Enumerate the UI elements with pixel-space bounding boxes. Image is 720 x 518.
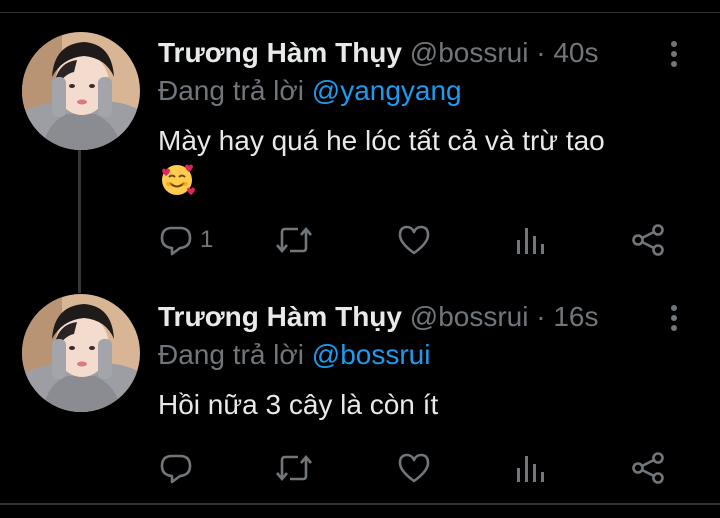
avatar[interactable]	[22, 32, 140, 150]
reply-button[interactable]	[158, 448, 194, 488]
more-vertical-icon[interactable]	[668, 40, 680, 68]
retweet-button[interactable]	[274, 220, 314, 260]
separator-dot: ·	[536, 37, 546, 68]
avatar[interactable]	[22, 294, 140, 412]
retweet-icon	[274, 450, 314, 486]
bottom-divider	[0, 503, 720, 505]
more-vertical-icon[interactable]	[668, 304, 680, 332]
timestamp[interactable]: 16s	[553, 301, 598, 332]
like-icon	[396, 222, 432, 258]
thread-connector-line	[78, 150, 81, 293]
display-name[interactable]: Trương Hàm Thụy	[158, 37, 402, 68]
share-icon	[630, 450, 666, 486]
reply-count: 1	[200, 226, 214, 253]
views-icon	[514, 450, 546, 486]
user-handle[interactable]: @bossrui	[410, 37, 529, 68]
timestamp[interactable]: 40s	[553, 37, 598, 68]
replying-to-mention[interactable]: @bossrui	[312, 339, 431, 370]
like-icon	[396, 450, 432, 486]
like-button[interactable]	[396, 448, 432, 488]
tweet-text: Hồi nữa 3 cây là còn ít	[158, 389, 439, 420]
tweet-header: Trương Hàm Thụy @bossrui · 40s	[158, 36, 599, 70]
like-button[interactable]	[396, 220, 432, 260]
separator-dot: ·	[536, 301, 546, 332]
display-name[interactable]: Trương Hàm Thụy	[158, 301, 402, 332]
replying-to-prefix: Đang trả lời	[158, 75, 304, 106]
retweet-icon	[274, 222, 314, 258]
reply-icon	[158, 450, 194, 486]
views-button[interactable]	[514, 220, 546, 260]
views-button[interactable]	[514, 448, 546, 488]
replying-to: Đang trả lời @bossrui	[158, 338, 430, 372]
user-handle[interactable]: @bossrui	[410, 301, 529, 332]
share-button[interactable]	[630, 220, 666, 260]
replying-to-mention[interactable]: @yangyang	[312, 75, 462, 106]
top-divider	[0, 12, 720, 13]
share-button[interactable]	[630, 448, 666, 488]
replying-to: Đang trả lời @yangyang	[158, 74, 462, 108]
share-icon	[630, 222, 666, 258]
reply-button[interactable]: 1	[158, 220, 213, 260]
retweet-button[interactable]	[274, 448, 314, 488]
replying-to-prefix: Đang trả lời	[158, 339, 304, 370]
tweet-header: Trương Hàm Thụy @bossrui · 16s	[158, 300, 599, 334]
reply-icon	[158, 222, 194, 258]
smiling-face-with-hearts-icon	[158, 160, 196, 198]
tweet-text: Mày hay quá he lóc tất cả và trừ tao	[158, 125, 605, 156]
views-icon	[514, 222, 546, 258]
tweet-actions	[158, 448, 678, 488]
tweet-actions: 1	[158, 220, 678, 260]
